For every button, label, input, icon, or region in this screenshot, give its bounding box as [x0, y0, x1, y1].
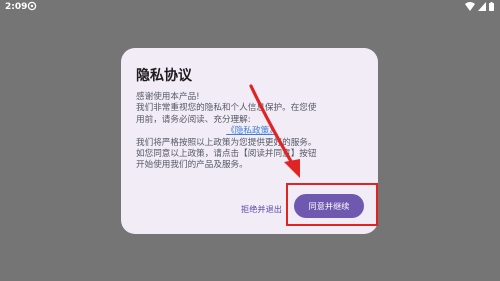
annotation-highlight-box	[286, 183, 378, 226]
annotation-arrow	[249, 84, 300, 178]
